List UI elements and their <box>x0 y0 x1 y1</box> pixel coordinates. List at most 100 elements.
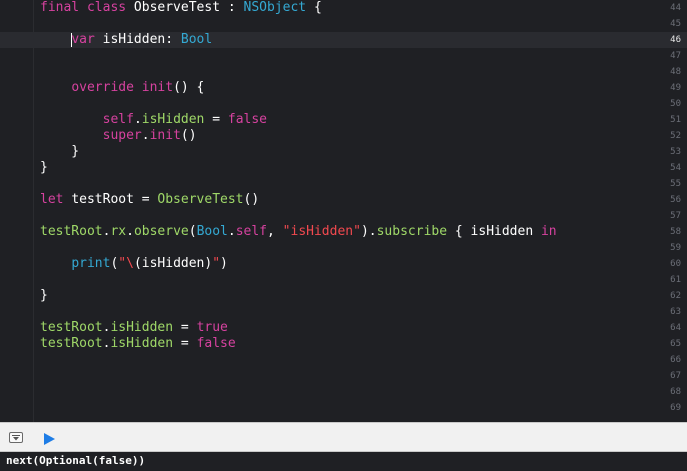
code-line[interactable]: 45 <box>0 16 687 32</box>
line-number: 45 <box>670 19 681 29</box>
code-line[interactable]: 63 <box>0 304 687 320</box>
line-number: 53 <box>670 147 681 157</box>
code-line[interactable]: 68 <box>0 384 687 400</box>
code-token: self <box>102 112 134 127</box>
line-number: 48 <box>670 67 681 77</box>
code-token: true <box>196 320 228 335</box>
code-token: rx <box>110 224 127 239</box>
code-text: final class ObserveTest : NSObject { <box>40 0 322 16</box>
code-line[interactable]: 66 <box>0 352 687 368</box>
console-output-text: next(Optional(false)) <box>6 454 146 467</box>
code-token: = <box>173 336 197 351</box>
code-line[interactable]: 49 override init() { <box>0 80 687 96</box>
code-line[interactable]: 64 testRoot.isHidden = true <box>0 320 687 336</box>
code-token: false <box>196 336 236 351</box>
code-line[interactable]: 51 self.isHidden = false <box>0 112 687 128</box>
code-line[interactable]: 60 print("\(isHidden)") <box>0 256 687 272</box>
code-line[interactable]: 44 final class ObserveTest : NSObject { <box>0 0 687 16</box>
line-number: 47 <box>670 51 681 61</box>
code-text: } <box>40 144 79 160</box>
code-line[interactable]: 54} <box>0 160 687 176</box>
code-token: self <box>235 224 268 239</box>
current-code-line[interactable]: 46 var isHidden: Bool <box>0 32 687 48</box>
code-token: ). <box>360 224 377 239</box>
code-token: var <box>71 32 103 47</box>
code-token: testRoot <box>40 336 103 351</box>
code-token: ObserveTest <box>157 192 244 207</box>
code-token: . <box>141 128 150 143</box>
code-token: () <box>180 128 197 143</box>
code-line[interactable]: 62} <box>0 288 687 304</box>
code-token: () <box>243 192 260 207</box>
line-number: 46 <box>670 35 681 45</box>
code-token: = <box>204 112 228 127</box>
code-token: "isHidden" <box>282 224 361 239</box>
line-number: 68 <box>670 387 681 397</box>
code-text: var isHidden: Bool <box>40 32 212 48</box>
code-line[interactable]: 48 <box>0 64 687 80</box>
code-token: testRoot <box>40 320 103 335</box>
play-icon <box>44 433 55 445</box>
code-token: . <box>126 224 134 239</box>
code-token: ObserveTest : <box>133 0 244 15</box>
line-number: 61 <box>670 275 681 285</box>
code-line[interactable]: 57 <box>0 208 687 224</box>
code-token: "\ <box>118 256 134 271</box>
code-line[interactable]: 67 <box>0 368 687 384</box>
code-token: { <box>306 0 322 15</box>
line-number: 65 <box>670 339 681 349</box>
code-token: in <box>540 224 557 239</box>
code-text: testRoot.isHidden = true <box>40 320 228 336</box>
code-text: self.isHidden = false <box>40 112 267 128</box>
code-token: super <box>102 128 142 143</box>
console-output-area[interactable]: next(Optional(false)) <box>0 452 687 471</box>
code-token: (isHidden) <box>133 256 213 271</box>
line-number: 50 <box>670 99 681 109</box>
code-line[interactable]: 61 <box>0 272 687 288</box>
line-number: 54 <box>670 163 681 173</box>
code-token: () { <box>173 80 205 95</box>
code-token: } <box>40 160 48 175</box>
code-line[interactable]: 58 testRoot.rx.observe(Bool.self, "isHidd… <box>0 224 687 240</box>
line-number: 64 <box>670 323 681 333</box>
code-token: = <box>173 320 197 335</box>
code-token: isHidden <box>110 320 174 335</box>
code-text: } <box>40 288 48 304</box>
code-line[interactable]: 69 <box>0 400 687 416</box>
code-token: ) <box>220 256 228 271</box>
code-editor[interactable]: 44 final class ObserveTest : NSObject { 45… <box>0 0 687 422</box>
hide-debug-area-icon <box>12 435 20 441</box>
code-token: testRoot = <box>71 192 158 207</box>
code-token: subscribe <box>376 224 448 239</box>
code-token: testRoot <box>40 224 103 239</box>
line-number: 66 <box>670 355 681 365</box>
code-line[interactable]: 59 <box>0 240 687 256</box>
code-line[interactable]: 65 testRoot.isHidden = false <box>0 336 687 352</box>
line-number: 63 <box>670 307 681 317</box>
line-number: 67 <box>670 371 681 381</box>
debug-toolbar <box>0 422 687 452</box>
code-token: false <box>227 112 268 127</box>
code-text: testRoot.isHidden = false <box>40 336 236 352</box>
code-token: Bool <box>196 224 228 239</box>
hide-debug-area-button[interactable] <box>9 432 23 443</box>
run-button[interactable] <box>42 431 56 445</box>
code-line[interactable]: 53 } <box>0 144 687 160</box>
code-token: { isHidden <box>447 224 541 239</box>
code-token: . <box>133 112 142 127</box>
line-number: 44 <box>670 3 681 13</box>
line-number: 60 <box>670 259 681 269</box>
code-line[interactable]: 52 super.init() <box>0 128 687 144</box>
code-line[interactable]: 55 <box>0 176 687 192</box>
code-token: isHidden <box>110 336 174 351</box>
code-line[interactable]: 47 <box>0 48 687 64</box>
code-text: let testRoot = ObserveTest() <box>40 192 259 208</box>
code-line[interactable]: 56 let testRoot = ObserveTest() <box>0 192 687 208</box>
line-number: 59 <box>670 243 681 253</box>
code-token: final class <box>40 0 134 15</box>
code-line[interactable]: 50 <box>0 96 687 112</box>
line-number: 51 <box>670 115 681 125</box>
